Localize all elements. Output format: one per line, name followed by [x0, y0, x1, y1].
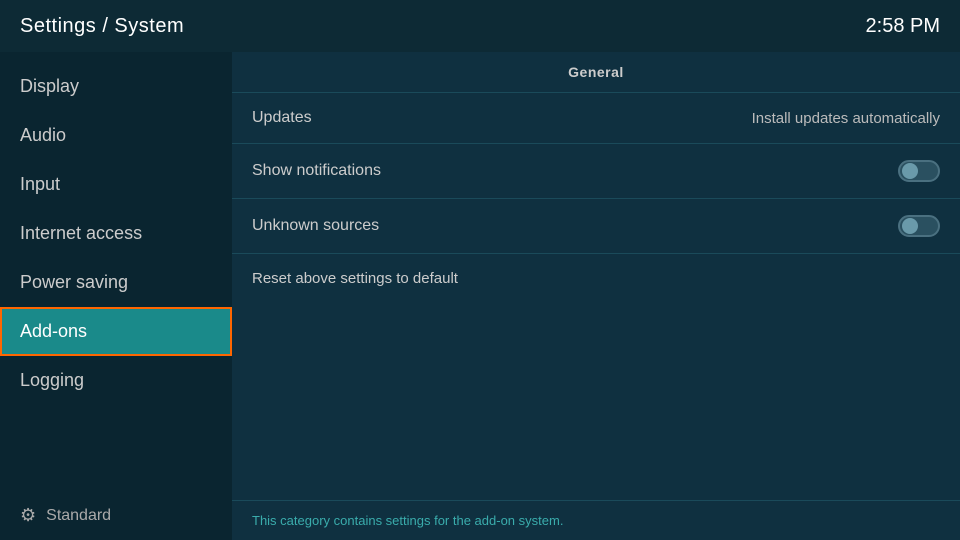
reset-label: Reset above settings to default	[252, 270, 458, 287]
show-notifications-label: Show notifications	[252, 162, 381, 180]
sidebar-item-audio[interactable]: Audio	[0, 111, 232, 160]
gear-icon: ⚙	[20, 505, 36, 526]
sidebar-item-power-saving[interactable]: Power saving	[0, 258, 232, 307]
content-panel: General Updates Install updates automati…	[232, 52, 960, 540]
sidebar-item-input[interactable]: Input	[0, 160, 232, 209]
sidebar-item-internet-access[interactable]: Internet access	[0, 209, 232, 258]
sidebar-footer: ⚙ Standard	[0, 491, 232, 540]
setting-row-unknown-sources[interactable]: Unknown sources	[232, 198, 960, 253]
main-area: Display Audio Input Internet access Powe…	[0, 52, 960, 540]
header: Settings / System 2:58 PM	[0, 0, 960, 52]
footer-description: This category contains settings for the …	[252, 513, 563, 528]
setting-row-show-notifications[interactable]: Show notifications	[232, 143, 960, 198]
content-inner: General Updates Install updates automati…	[232, 52, 960, 500]
updates-label: Updates	[252, 109, 312, 127]
sidebar-item-logging[interactable]: Logging	[0, 356, 232, 405]
page-title: Settings / System	[20, 15, 184, 38]
section-header: General	[232, 52, 960, 92]
sidebar-item-add-ons[interactable]: Add-ons	[0, 307, 232, 356]
unknown-sources-toggle[interactable]	[898, 215, 940, 237]
sidebar-item-display[interactable]: Display	[0, 62, 232, 111]
clock: 2:58 PM	[866, 15, 940, 38]
content-footer: This category contains settings for the …	[232, 500, 960, 540]
sidebar: Display Audio Input Internet access Powe…	[0, 52, 232, 540]
unknown-sources-label: Unknown sources	[252, 217, 379, 235]
setting-row-reset[interactable]: Reset above settings to default	[232, 253, 960, 303]
setting-row-updates[interactable]: Updates Install updates automatically	[232, 92, 960, 143]
settings-level-label: Standard	[46, 507, 111, 525]
show-notifications-toggle[interactable]	[898, 160, 940, 182]
updates-value: Install updates automatically	[752, 110, 940, 127]
